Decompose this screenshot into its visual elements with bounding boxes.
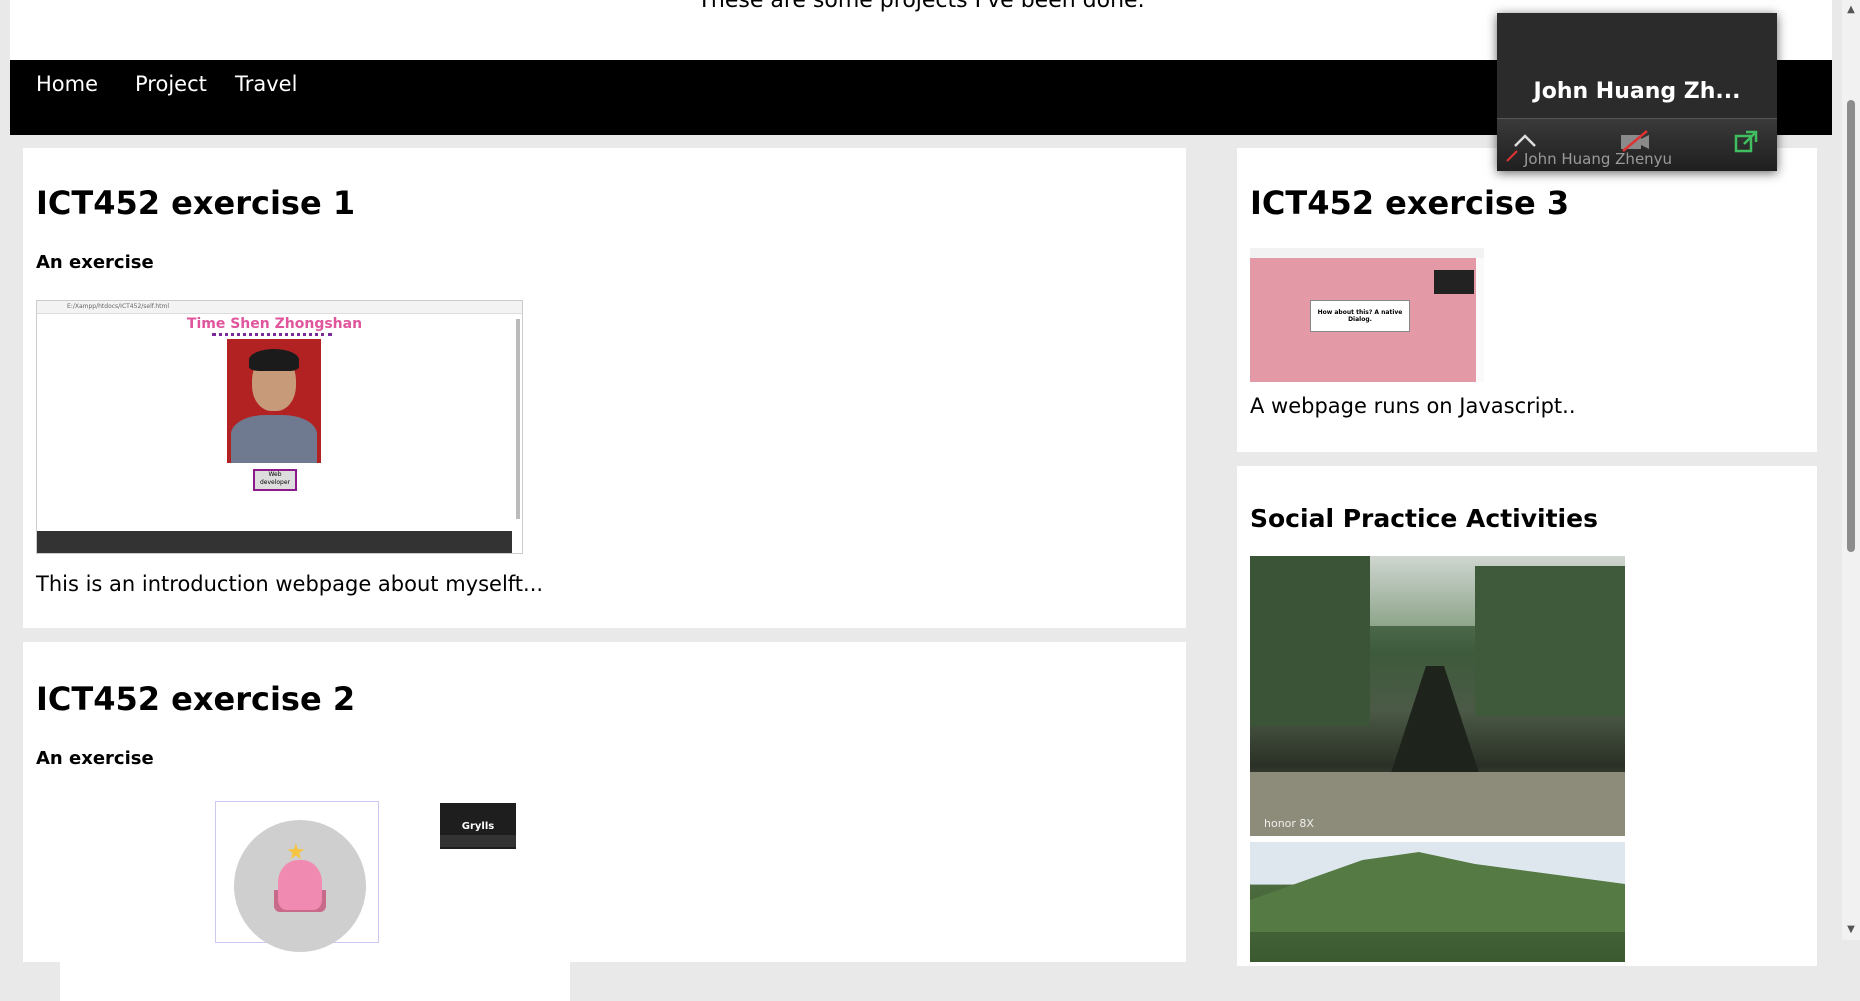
zoom-participant-name: John Huang Zh... [1533,79,1741,104]
card-subtitle: An exercise [36,252,154,273]
dotted-divider [212,333,332,336]
card-title: Social Practice Activities [1250,504,1598,533]
canal-photo[interactable]: honor 8X [1250,556,1625,836]
exercise-1-screenshot[interactable]: E:/Xampp/htdocs/ICT452/self.html Time Sh… [36,300,523,554]
social-practice-card: Social Practice Activities honor 8X [1237,466,1817,966]
exercise-3-screenshot[interactable]: How about this? A native Dialog. [1250,248,1484,382]
native-dialog: How about this? A native Dialog. [1310,300,1410,332]
mini-zoom-window [1434,270,1474,294]
mountain-photo[interactable] [1250,842,1625,962]
nav-project-link[interactable]: Project [135,72,207,96]
project-card-exercise-1: ICT452 exercise 1 An exercise E:/Xampp/h… [23,148,1186,628]
scroll-up-arrow-icon[interactable]: ▲ [1845,4,1857,16]
card-description: This is an introduction webpage about my… [36,572,544,596]
thumbnail-button: Web developer [253,469,297,491]
mini-zoom-bar [440,835,516,847]
project-card-exercise-3: ICT452 exercise 3 How about this? A nati… [1237,148,1817,452]
card-description: A webpage runs on Javascript.. [1250,394,1576,418]
exercise-2-screenshot[interactable]: ★ Grylls [60,801,570,1001]
profile-photo [227,339,321,463]
thumbnail-frame: ★ [215,801,379,952]
pop-out-icon[interactable] [1733,129,1759,155]
browser-sidebar [1476,258,1484,382]
chevron-up-icon[interactable] [1512,131,1538,149]
zoom-participant-fullname: John Huang Zhenyu [1524,150,1673,168]
avatar-circle: ★ [234,820,366,952]
browser-toolbar: E:/Xampp/htdocs/ICT452/self.html [37,301,522,314]
mic-muted-icon[interactable] [1505,149,1519,163]
card-subtitle: An exercise [36,748,154,769]
thumbnail-footer [37,531,512,553]
project-card-exercise-2: ICT452 exercise 2 An exercise ★ Grylls [23,642,1186,1001]
star-icon: ★ [286,840,306,865]
scroll-down-arrow-icon[interactable]: ▼ [1845,924,1857,936]
scrollbar-thumb[interactable] [1847,100,1855,552]
thumbnail-scrollbar [516,319,520,519]
page-scrollbar[interactable]: ▲ ▼ [1842,0,1860,940]
nav-travel-link[interactable]: Travel [235,72,297,96]
cupcake-icon [278,860,322,910]
page-tagline: These are some projects I've been done. [697,0,1145,13]
mini-zoom-name: Grylls [461,821,495,832]
card-title: ICT452 exercise 2 [36,680,356,718]
card-title: ICT452 exercise 3 [1250,184,1570,222]
zoom-control-bar: John Huang Zhenyu [1497,118,1777,171]
zoom-floating-window[interactable]: John Huang Zh... John Huang Zhenyu [1497,13,1777,171]
photo-watermark: honor 8X [1264,817,1314,830]
nav-home-link[interactable]: Home [36,72,98,96]
card-title: ICT452 exercise 1 [36,184,356,222]
thumbnail-page-title: Time Shen Zhongshan [186,316,363,332]
